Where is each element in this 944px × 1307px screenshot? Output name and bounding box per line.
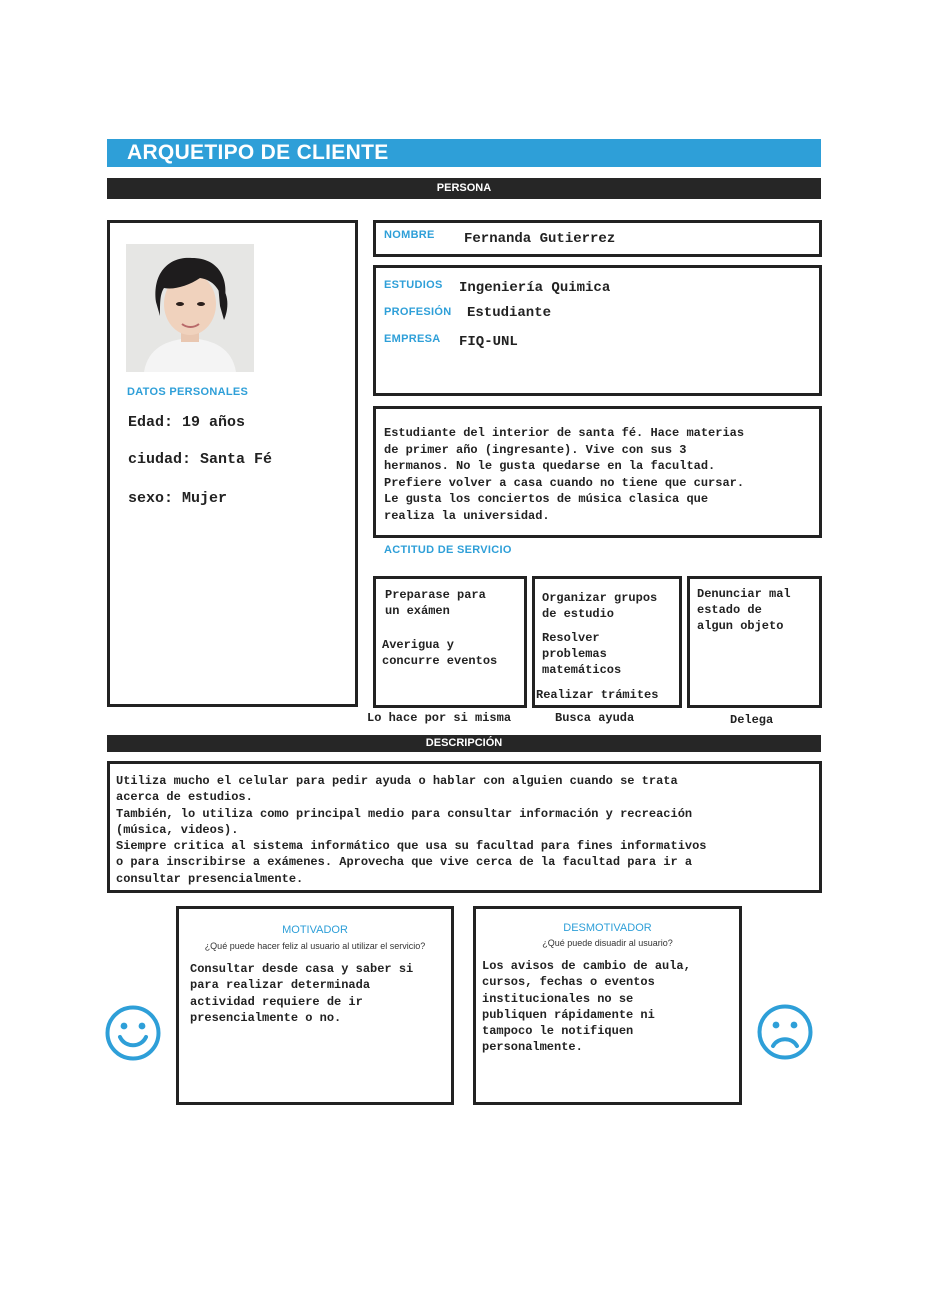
- bio-line: hermanos. No le gusta quedarse en la fac…: [384, 459, 716, 473]
- bio-line: de primer año (ingresante). Vive con sus…: [384, 442, 687, 457]
- motivador-title: MOTIVADOR: [282, 924, 348, 936]
- nombre-value: Fernanda Gutierrez: [464, 231, 616, 247]
- motivador-question: ¿Qué puede hacer feliz al usuario al uti…: [204, 941, 426, 951]
- actitud-item: Realizar trámites: [536, 688, 659, 702]
- profesion-value: Estudiante: [467, 305, 552, 321]
- profesion-label: PROFESIÓN: [384, 306, 452, 318]
- desmotivador-text: Los avisos de cambio de aula, cursos, fe…: [482, 959, 691, 1055]
- empresa-value: FIQ-UNL: [459, 334, 518, 350]
- actitud-item: Organizar grupos de estudio: [542, 591, 658, 621]
- actitud-caption-3: Delega: [730, 713, 774, 727]
- motivador-text: Consultar desde casa y saber si para rea…: [190, 962, 414, 1025]
- descripcion-line: o para inscribirse a exámenes. Aprovecha…: [116, 855, 693, 870]
- descripcion-line: consultar presencialmente.: [116, 871, 304, 886]
- actitud-item: Averigua y concurre eventos: [382, 638, 498, 668]
- edad-text: Edad: 19 años: [128, 414, 246, 431]
- smiley-happy-icon: [105, 1005, 161, 1061]
- ciudad-text: ciudad: Santa Fé: [128, 451, 273, 468]
- datos-personales-label: DATOS PERSONALES: [127, 386, 249, 398]
- nombre-label: NOMBRE: [384, 229, 435, 241]
- descripcion-line: También, lo utiliza como principal medio…: [116, 806, 693, 821]
- profile-photo: [126, 244, 254, 372]
- descripcion-line: (música, videos).: [116, 822, 239, 837]
- estudios-value: Ingeniería Quimica: [459, 280, 611, 296]
- actitud-label: ACTITUD DE SERVICIO: [384, 544, 512, 556]
- desmotivador-question: ¿Qué puede disuadir al usuario?: [542, 938, 673, 948]
- bio-line: realiza la universidad.: [384, 508, 550, 523]
- section-descripcion-bar: DESCRIPCIÓN: [107, 735, 821, 752]
- actitud-caption-2: Busca ayuda: [555, 711, 635, 725]
- section-persona-bar: PERSONA: [107, 178, 821, 199]
- sexo-text: sexo: Mujer: [128, 490, 228, 507]
- desmotivador-title: DESMOTIVADOR: [563, 922, 652, 934]
- empresa-label: EMPRESA: [384, 333, 441, 345]
- descripcion-text: Utiliza mucho el celular para pedir ayud…: [116, 773, 816, 887]
- actitud-caption-1: Lo hace por si misma: [367, 711, 512, 725]
- estudios-label: ESTUDIOS: [384, 279, 443, 291]
- bio-line: Prefiere volver a casa cuando no tiene q…: [384, 475, 745, 490]
- bio-line: Le gusta los conciertos de música clasic…: [384, 492, 709, 506]
- bio-text: Estudiante del interior de santa fé. Hac…: [384, 425, 816, 524]
- descripcion-line: Utiliza mucho el celular para pedir ayud…: [116, 774, 678, 788]
- descripcion-line: Siempre critica al sistema informático q…: [116, 839, 707, 854]
- descripcion-line: acerca de estudios.: [116, 790, 253, 805]
- smiley-sad-icon: [757, 1004, 813, 1060]
- actitud-item: Preparase para un exámen: [385, 588, 486, 618]
- actitud-item: Denunciar mal estado de algun objeto: [697, 587, 791, 633]
- portrait-image: [126, 244, 254, 372]
- bio-line: Estudiante del interior de santa fé. Hac…: [384, 426, 745, 440]
- actitud-item: Resolver problemas matemáticos: [542, 631, 622, 677]
- page-title: ARQUETIPO DE CLIENTE: [107, 139, 821, 167]
